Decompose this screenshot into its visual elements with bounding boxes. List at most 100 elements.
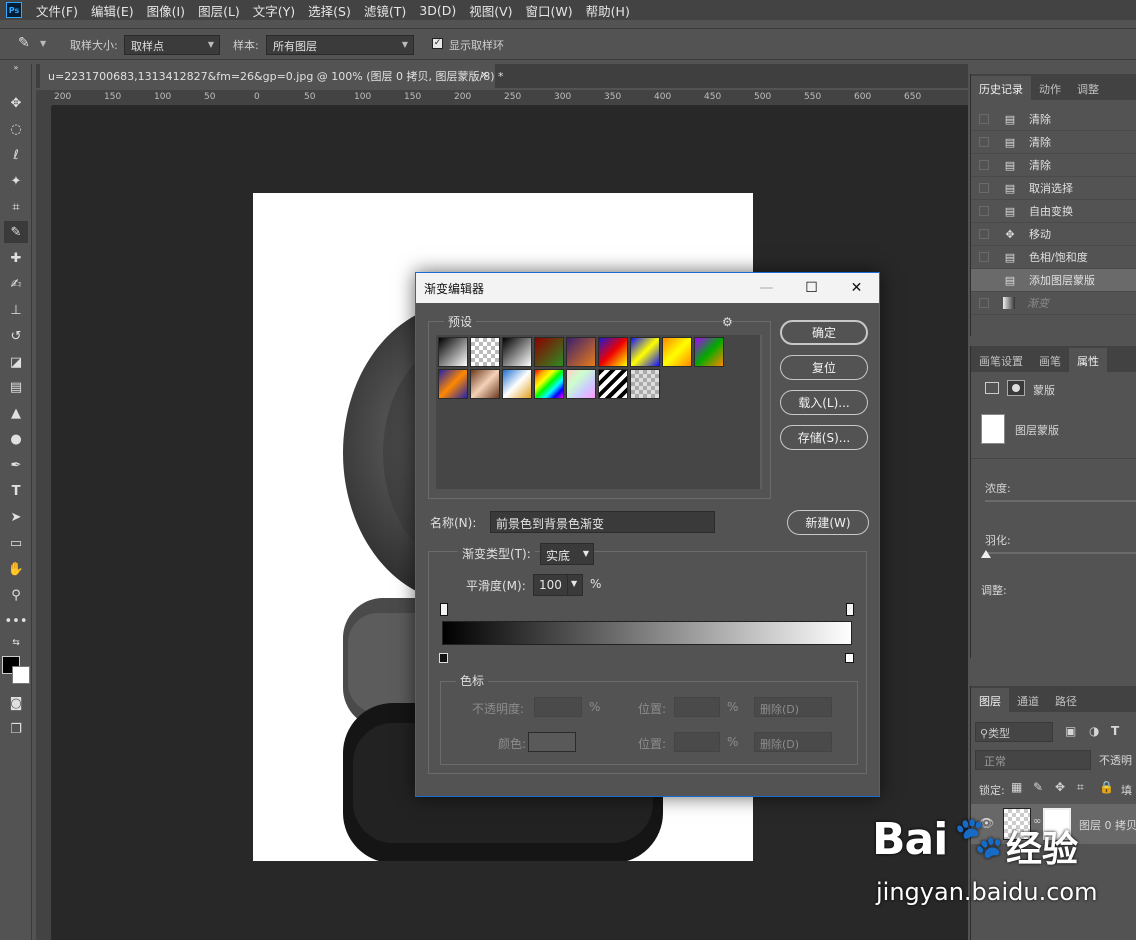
history-checkbox[interactable] <box>979 298 989 308</box>
history-checkbox[interactable] <box>979 160 989 170</box>
preset-fg-transparent[interactable] <box>470 337 500 367</box>
preset-transparent-rainbow[interactable] <box>566 369 596 399</box>
vector-mask-icon[interactable] <box>1007 380 1025 396</box>
close-icon[interactable]: × <box>480 68 489 81</box>
menu-select[interactable]: 选择(S) <box>308 1 351 20</box>
blur-tool-icon[interactable]: ▲ <box>4 402 28 424</box>
hand-tool-icon[interactable]: ✋ <box>4 558 28 580</box>
menu-view[interactable]: 视图(V) <box>469 1 512 20</box>
maximize-icon[interactable]: ☐ <box>789 273 834 303</box>
lock-transparent-icon[interactable]: ▦ <box>1011 780 1022 794</box>
history-item[interactable]: ✥ 移动 <box>971 223 1136 246</box>
background-color-swatch[interactable] <box>12 666 30 684</box>
preset-violet-green-orange[interactable] <box>694 337 724 367</box>
lock-all-icon[interactable]: 🔒 <box>1099 780 1114 794</box>
quick-mask-icon[interactable]: ◙ <box>4 692 28 714</box>
stop-color-delete-button[interactable]: 删除(D) <box>754 732 832 752</box>
density-slider[interactable] <box>985 500 1136 502</box>
history-item[interactable]: ▤ 色相/饱和度 <box>971 246 1136 269</box>
menu-type[interactable]: 文字(Y) <box>253 1 295 20</box>
history-item[interactable]: ▤ 取消选择 <box>971 177 1136 200</box>
save-button[interactable]: 存储(S)... <box>780 425 868 450</box>
name-input[interactable]: 前景色到背景色渐变 <box>490 511 715 533</box>
preset-fg-bg[interactable] <box>438 337 468 367</box>
sample-select[interactable]: 所有图层 ▼ <box>266 35 414 55</box>
menu-help[interactable]: 帮助(H) <box>586 1 630 20</box>
path-select-tool-icon[interactable]: ➤ <box>4 506 28 528</box>
lock-artboard-icon[interactable]: ⌗ <box>1077 780 1084 795</box>
shape-tool-icon[interactable]: ▭ <box>4 532 28 554</box>
history-item[interactable]: ▤ 自由变换 <box>971 200 1136 223</box>
sample-size-select[interactable]: 取样点 ▼ <box>124 35 220 55</box>
magic-wand-tool-icon[interactable]: ✦ <box>4 170 28 192</box>
ok-button[interactable]: 确定 <box>780 320 868 345</box>
adjustment-filter-icon[interactable]: ◑ <box>1089 724 1099 738</box>
dodge-tool-icon[interactable]: ● <box>4 428 28 450</box>
tab-brush-settings[interactable]: 画笔设置 <box>971 348 1031 372</box>
screen-mode-icon[interactable]: ❐ <box>4 718 28 740</box>
new-button[interactable]: 新建(W) <box>787 510 869 535</box>
preset-black-white[interactable] <box>502 337 532 367</box>
collapse-icon[interactable]: » <box>4 62 28 72</box>
gear-icon[interactable]: ⚙ <box>722 315 733 329</box>
menu-3d[interactable]: 3D(D) <box>419 3 456 18</box>
menu-filter[interactable]: 滤镜(T) <box>364 1 406 20</box>
blend-mode-select[interactable]: 正常 <box>975 750 1091 770</box>
history-item[interactable]: ▤ 清除 <box>971 131 1136 154</box>
stop-opacity-delete-button[interactable]: 删除(D) <box>754 697 832 717</box>
gradient-tool-icon[interactable]: ▤ <box>4 376 28 398</box>
history-checkbox[interactable] <box>979 206 989 216</box>
load-button[interactable]: 载入(L)... <box>780 390 868 415</box>
minimize-icon[interactable]: — <box>744 273 789 303</box>
history-checkbox[interactable] <box>979 114 989 124</box>
history-item-disabled[interactable]: 渐变 <box>971 292 1136 315</box>
menu-file[interactable]: 文件(F) <box>36 1 78 20</box>
tab-properties[interactable]: 属性 <box>1069 348 1107 372</box>
stop-color-swatch[interactable] <box>528 732 576 752</box>
preset-blue-yellow-blue[interactable] <box>630 337 660 367</box>
move-tool-icon[interactable]: ✥ <box>4 92 28 114</box>
smoothness-dropdown[interactable]: ▼ <box>567 574 583 596</box>
history-checkbox[interactable] <box>979 252 989 262</box>
tab-brush[interactable]: 画笔 <box>1031 348 1069 372</box>
swap-colors-icon[interactable]: ⇆ <box>4 636 28 650</box>
preset-blue-red-yellow[interactable] <box>598 337 628 367</box>
lock-pixels-icon[interactable]: ✎ <box>1033 780 1043 794</box>
zoom-tool-icon[interactable]: ⚲ <box>4 584 28 606</box>
history-item-selected[interactable]: ▤ 添加图层蒙版 <box>971 269 1136 292</box>
layer-mask-thumbnail[interactable] <box>981 414 1005 444</box>
preset-chrome[interactable] <box>502 369 532 399</box>
healing-tool-icon[interactable]: ✚ <box>4 247 28 269</box>
history-checkbox[interactable] <box>979 137 989 147</box>
presets-scrollbar[interactable] <box>760 335 762 489</box>
tab-history[interactable]: 历史记录 <box>971 76 1031 100</box>
document-tab[interactable]: u=2231700683,1313412827&fm=26&gp=0.jpg @… <box>40 64 504 88</box>
type-tool-icon[interactable]: T <box>4 480 28 502</box>
eyedropper-preset-icon[interactable]: ✎ <box>18 35 30 51</box>
history-item[interactable]: ▤ 清除 <box>971 154 1136 177</box>
eyedropper-tool-icon[interactable]: ✎ <box>4 221 28 243</box>
menu-window[interactable]: 窗口(W) <box>526 1 573 20</box>
crop-tool-icon[interactable]: ⌗ <box>4 196 28 218</box>
tab-paths[interactable]: 路径 <box>1047 688 1085 712</box>
layer-filter-select[interactable]: ⚲类型 <box>975 722 1053 742</box>
close-icon[interactable]: ✕ <box>834 273 879 303</box>
reset-button[interactable]: 复位 <box>780 355 868 380</box>
image-filter-icon[interactable]: ▣ <box>1065 724 1076 738</box>
menu-image[interactable]: 图像(I) <box>147 1 185 20</box>
preset-orange-yellow[interactable] <box>662 337 692 367</box>
stop-color-position-input[interactable] <box>674 732 720 752</box>
preset-red-green[interactable] <box>534 337 564 367</box>
gradient-type-select[interactable]: 实底 ▼ <box>540 543 594 565</box>
preset-steel[interactable] <box>438 369 468 399</box>
brush-tool-icon[interactable]: ✍ <box>4 273 28 295</box>
tab-adjustments[interactable]: 调整 <box>1069 76 1107 100</box>
preset-transparent[interactable] <box>630 369 660 399</box>
feather-slider[interactable] <box>985 552 1136 554</box>
history-item[interactable]: ▤ 清除 <box>971 108 1136 131</box>
tab-layers[interactable]: 图层 <box>971 688 1009 712</box>
lasso-tool-icon[interactable]: ℓ <box>4 144 28 166</box>
menu-edit[interactable]: 编辑(E) <box>91 1 134 20</box>
marquee-tool-icon[interactable]: ◌ <box>4 118 28 140</box>
more-tools-icon[interactable]: ••• <box>4 610 28 632</box>
